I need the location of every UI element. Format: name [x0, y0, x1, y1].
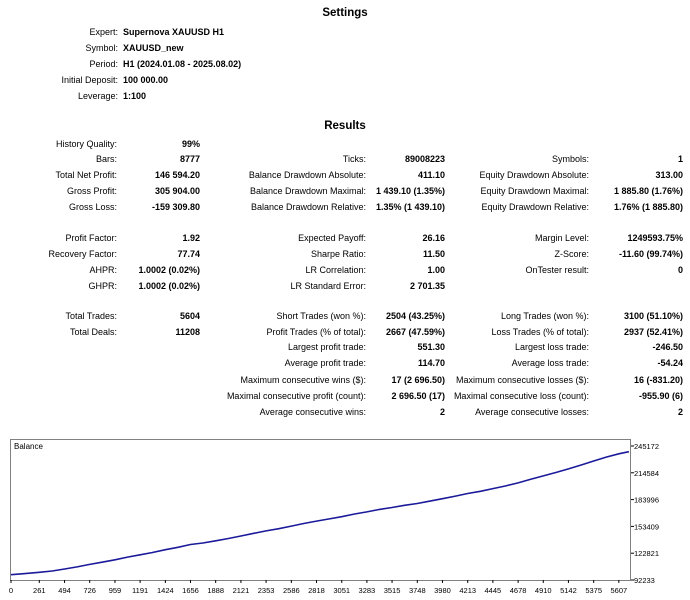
x-tick-label: 1424	[157, 586, 174, 595]
x-tick-label: 3980	[434, 586, 451, 595]
balance-chart-svg: 0 261 494 726 959 1191 1424 1656 1888 2121 2353 258…	[9, 442, 659, 595]
x-tick-label: 4213	[459, 586, 476, 595]
x-tick-label: 5375	[585, 586, 602, 595]
balance-line	[10, 450, 630, 576]
x-tick-label: 3283	[359, 586, 376, 595]
x-tick-label: 1888	[207, 586, 224, 595]
y-tick-label: 245172	[634, 442, 659, 451]
x-tick-label: 0	[9, 586, 13, 595]
x-tick-label: 4678	[510, 586, 527, 595]
x-tick-label: 726	[83, 586, 96, 595]
y-tick-label: 153409	[634, 522, 659, 531]
x-tick-label: 1656	[182, 586, 199, 595]
x-tick-label: 2586	[283, 586, 300, 595]
y-tick-label: 122821	[634, 549, 659, 558]
x-tick-label: 261	[33, 586, 46, 595]
y-tick-label: 214584	[634, 469, 659, 478]
x-tick-label: 4910	[535, 586, 552, 595]
x-tick-label: 494	[58, 586, 71, 595]
x-tick-label: 3748	[409, 586, 426, 595]
x-tick-label: 5142	[560, 586, 577, 595]
x-tick-label: 1191	[132, 586, 148, 595]
x-tick-label: 2818	[308, 586, 325, 595]
x-tick-label: 2353	[258, 586, 275, 595]
x-tick-label: 3515	[384, 586, 401, 595]
x-tick-label: 4445	[485, 586, 502, 595]
y-tick-label: 92233	[634, 576, 655, 585]
x-tick-label: 3051	[333, 586, 350, 595]
y-tick-label: 183996	[634, 496, 659, 505]
x-tick-label: 2121	[233, 586, 250, 595]
x-tick-label: 5607	[610, 586, 627, 595]
x-tick-label: 959	[109, 586, 122, 595]
